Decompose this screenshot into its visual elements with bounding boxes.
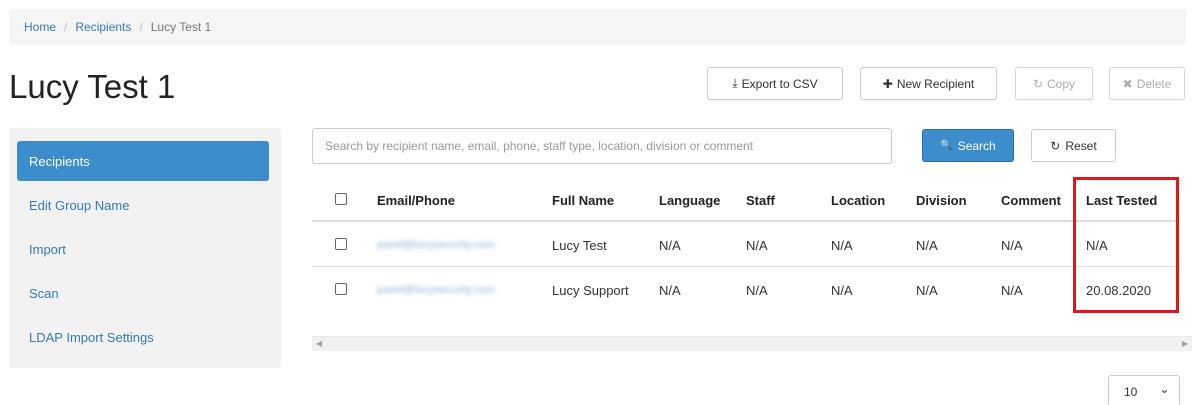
breadcrumb: Home / Recipients / Lucy Test 1 xyxy=(9,9,1186,45)
search-input[interactable] xyxy=(312,128,892,164)
language-cell: N/A xyxy=(659,282,681,298)
breadcrumb-separator: / xyxy=(139,20,143,34)
sidebar-item-import[interactable]: Import xyxy=(17,229,269,269)
search-button[interactable]: 🔍 Search xyxy=(922,129,1014,162)
new-recipient-button[interactable]: ✚ New Recipient xyxy=(860,67,997,100)
select-all-checkbox[interactable] xyxy=(335,193,347,205)
breadcrumb-separator: / xyxy=(64,20,68,34)
staff-cell: N/A xyxy=(746,282,768,298)
full-name-cell: Lucy Test xyxy=(552,237,607,253)
page-title: Lucy Test 1 xyxy=(9,68,176,105)
sidebar-item-scan[interactable]: Scan xyxy=(17,273,269,313)
table-row[interactable]: pavel@lucysecurity.com Lucy Support N/A … xyxy=(312,268,1180,312)
location-cell: N/A xyxy=(831,282,853,298)
scroll-left-arrow-icon[interactable]: ◀ xyxy=(316,339,322,348)
table-header-row: Email/Phone Full Name Language Staff Loc… xyxy=(312,178,1180,222)
export-csv-button[interactable]: ⤓ Export to CSV xyxy=(707,67,843,100)
comment-cell: N/A xyxy=(1001,282,1023,298)
search-button-label: Search xyxy=(957,138,996,153)
breadcrumb-home-link[interactable]: Home xyxy=(24,20,56,34)
table-row[interactable]: pavel@lucysecurity.com Lucy Test N/A N/A… xyxy=(312,223,1180,267)
column-header-email[interactable]: Email/Phone xyxy=(377,178,455,222)
plus-icon: ✚ xyxy=(882,76,893,91)
chevron-down-icon: ⌄ xyxy=(1159,382,1170,396)
last-tested-highlight-box xyxy=(1073,177,1179,313)
export-icon: ⤓ xyxy=(732,76,738,90)
scroll-right-arrow-icon[interactable]: ▶ xyxy=(1182,339,1188,348)
language-cell: N/A xyxy=(659,237,681,253)
copy-label: Copy xyxy=(1047,76,1076,91)
division-cell: N/A xyxy=(916,282,938,298)
new-recipient-label: New Recipient xyxy=(896,76,975,91)
column-header-location[interactable]: Location xyxy=(831,178,885,222)
sidebar: Recipients Edit Group Name Import Scan L… xyxy=(9,128,281,368)
page-size-value: 10 xyxy=(1124,385,1138,399)
email-cell: pavel@lucysecurity.com xyxy=(377,284,495,296)
column-header-division[interactable]: Division xyxy=(916,178,967,222)
staff-cell: N/A xyxy=(746,237,768,253)
column-header-language[interactable]: Language xyxy=(659,178,720,222)
division-cell: N/A xyxy=(916,237,938,253)
breadcrumb-current: Lucy Test 1 xyxy=(150,20,212,34)
sidebar-item-ldap-import-settings[interactable]: LDAP Import Settings xyxy=(17,317,269,357)
horizontal-scrollbar[interactable]: ◀ ▶ xyxy=(312,336,1192,351)
full-name-cell: Lucy Support xyxy=(552,282,629,298)
reset-button[interactable]: ↻ Reset xyxy=(1031,129,1116,162)
copy-button[interactable]: ↻ Copy xyxy=(1015,67,1093,100)
sidebar-item-recipients[interactable]: Recipients xyxy=(17,141,269,181)
row-checkbox[interactable] xyxy=(335,238,347,250)
copy-icon: ↻ xyxy=(1032,76,1044,91)
comment-cell: N/A xyxy=(1001,237,1023,253)
column-header-full-name[interactable]: Full Name xyxy=(552,178,614,222)
email-cell: pavel@lucysecurity.com xyxy=(377,239,495,251)
column-header-staff[interactable]: Staff xyxy=(746,178,775,222)
delete-button[interactable]: ✖ Delete xyxy=(1109,67,1185,100)
delete-label: Delete xyxy=(1136,76,1172,91)
row-checkbox[interactable] xyxy=(335,283,347,295)
reset-icon: ↻ xyxy=(1050,138,1061,153)
sidebar-item-edit-group-name[interactable]: Edit Group Name xyxy=(17,185,269,225)
page-size-select[interactable]: 10 ⌄ xyxy=(1108,375,1180,405)
search-icon: 🔍 xyxy=(940,140,953,151)
location-cell: N/A xyxy=(831,237,853,253)
export-csv-label: Export to CSV xyxy=(741,76,818,91)
breadcrumb-recipients-link[interactable]: Recipients xyxy=(75,20,131,34)
column-header-comment[interactable]: Comment xyxy=(1001,178,1061,222)
reset-button-label: Reset xyxy=(1065,138,1097,153)
close-icon: ✖ xyxy=(1122,76,1133,91)
